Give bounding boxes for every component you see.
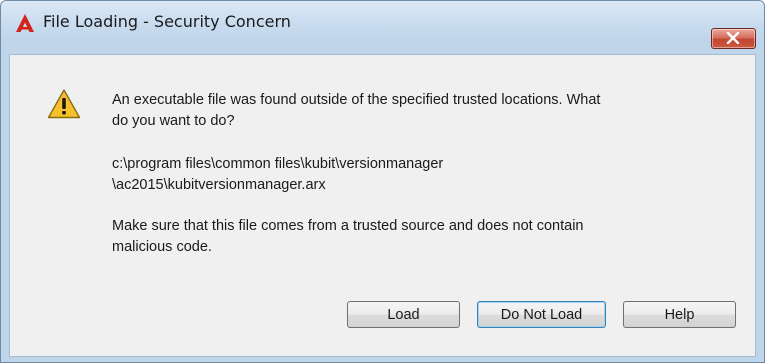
autocad-a-icon — [15, 13, 35, 33]
message-line: do you want to do? — [112, 113, 235, 129]
close-x-icon — [726, 32, 740, 44]
dialog-window: File Loading - Security Concern An execu… — [0, 0, 765, 363]
help-button[interactable]: Help — [623, 301, 736, 328]
message-text: An executable file was found outside of … — [112, 90, 712, 132]
close-button[interactable] — [711, 28, 756, 49]
warning-triangle-icon — [47, 88, 81, 120]
dialog-body: An executable file was found outside of … — [9, 54, 756, 357]
advice-text: Make sure that this file comes from a tr… — [112, 216, 712, 258]
title-bar[interactable]: File Loading - Security Concern — [1, 1, 764, 43]
do-not-load-button[interactable]: Do Not Load — [477, 301, 606, 328]
file-path-line: c:\program files\common files\kubit\vers… — [112, 156, 444, 172]
file-path-line: \ac2015\kubitversionmanager.arx — [112, 177, 326, 193]
advice-line: malicious code. — [112, 239, 212, 255]
advice-line: Make sure that this file comes from a tr… — [112, 218, 584, 234]
message-line: An executable file was found outside of … — [112, 92, 601, 108]
file-path: c:\program files\common files\kubit\vers… — [112, 154, 712, 196]
window-title: File Loading - Security Concern — [43, 12, 291, 31]
load-button[interactable]: Load — [347, 301, 460, 328]
